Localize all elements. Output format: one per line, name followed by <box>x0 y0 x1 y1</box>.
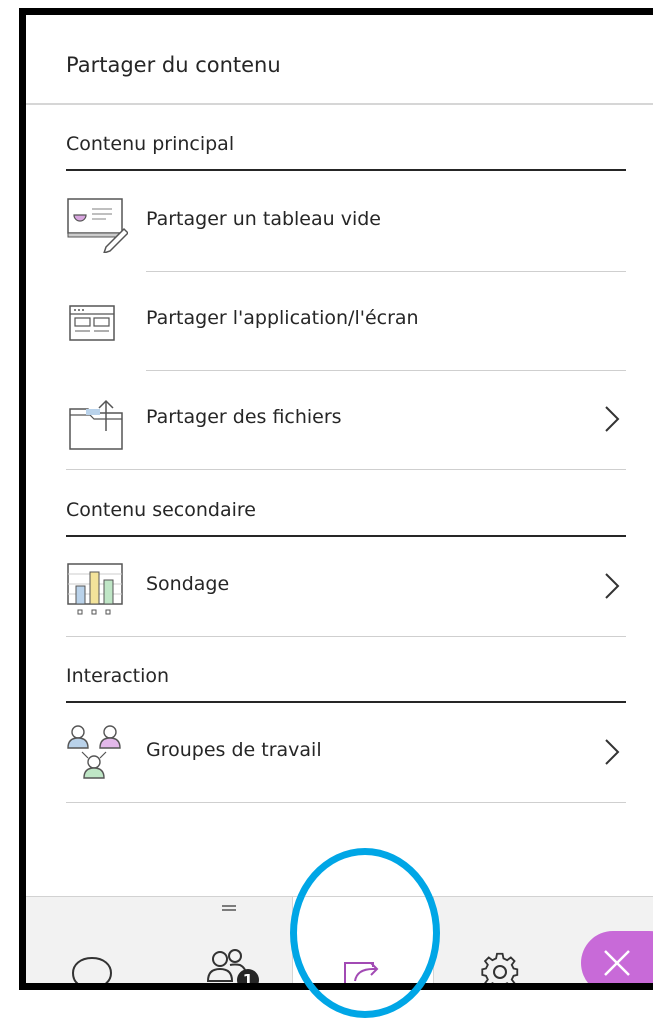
share-whiteboard-label: Partager un tableau vide <box>146 208 381 230</box>
section-divider <box>66 169 626 171</box>
poll-label: Sondage <box>146 573 230 595</box>
whiteboard-icon <box>66 193 130 255</box>
chevron-right-icon <box>605 573 620 599</box>
participant-count-badge: 1 <box>237 969 259 983</box>
chevron-right-icon <box>605 406 620 432</box>
section-divider <box>66 701 626 703</box>
share-files-item[interactable]: Partager des fichiers <box>66 371 626 469</box>
folder-upload-icon <box>66 391 128 451</box>
breakout-groups-item[interactable]: Groupes de travail <box>66 704 626 802</box>
chevron-right-icon <box>605 739 620 765</box>
section-heading-interaction: Interaction <box>66 665 170 687</box>
gear-icon <box>481 952 519 983</box>
share-whiteboard-item[interactable]: Partager un tableau vide <box>66 173 626 271</box>
breakout-groups-icon <box>66 724 128 784</box>
menu-handle-icon <box>222 905 236 911</box>
highlight-ring <box>290 848 440 1018</box>
poll-item[interactable]: Sondage <box>66 538 626 636</box>
close-icon <box>604 950 630 976</box>
chat-bubble-icon <box>71 956 113 983</box>
title-divider <box>26 103 653 105</box>
tab-settings[interactable] <box>432 897 572 983</box>
item-divider <box>66 802 626 803</box>
breakout-groups-label: Groupes de travail <box>146 739 322 761</box>
item-divider <box>66 636 626 637</box>
collaborate-panel: Partager du contenu Contenu principal Pa… <box>19 8 653 990</box>
share-app-screen-label: Partager l'application/l'écran <box>146 307 419 329</box>
section-heading-secondary: Contenu secondaire <box>66 499 256 521</box>
item-divider <box>66 469 626 470</box>
poll-chart-icon <box>66 558 128 618</box>
share-app-screen-item[interactable]: Partager l'application/l'écran <box>66 272 626 370</box>
share-files-label: Partager des fichiers <box>146 406 342 428</box>
panel-title: Partager du contenu <box>66 53 281 77</box>
tab-chat[interactable] <box>26 897 166 983</box>
close-button[interactable] <box>581 931 653 983</box>
app-window-icon <box>66 292 128 352</box>
section-heading-main: Contenu principal <box>66 133 235 155</box>
tab-participants[interactable]: 1 <box>166 897 292 983</box>
section-divider <box>66 535 626 537</box>
